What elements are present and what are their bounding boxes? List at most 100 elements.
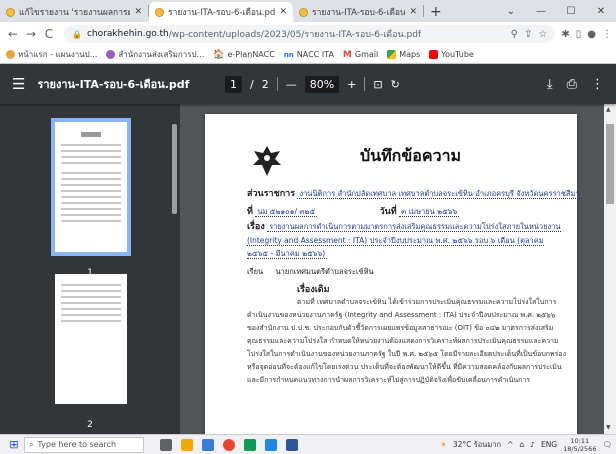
subject-row: เรื่อง รายงานผลการดำเนินการตามมาตรการส่ง… bbox=[247, 220, 567, 260]
window-controls: ⌄ — ☐ ✕ bbox=[496, 0, 616, 22]
weather-text[interactable]: 32°C ร้อนมาก bbox=[453, 439, 501, 451]
thumbnail-sidebar: 1 2 bbox=[0, 104, 180, 434]
scroll-up-icon[interactable]: ▲ bbox=[606, 106, 611, 113]
clock-time: 10:11 bbox=[570, 436, 590, 445]
network-icon[interactable]: ⌂ bbox=[519, 440, 524, 449]
page-scrollbar[interactable]: ▲ ▼ bbox=[604, 104, 616, 434]
zoom-lens-icon[interactable]: ⚲ bbox=[511, 29, 518, 40]
bookmark-label: e-PlanNACC bbox=[227, 50, 275, 59]
toolbar-divider bbox=[276, 77, 278, 91]
subject-label: เรื่อง bbox=[247, 222, 265, 232]
bookmark-item[interactable]: หน้าแรก - แผนงานป... bbox=[6, 48, 97, 61]
url-path: /wp-content/uploads/2023/05/รายงาน-ITA-ร… bbox=[168, 30, 422, 40]
bookmark-item[interactable]: YouTube bbox=[429, 50, 474, 59]
tab-label: รายงาน-ITA-รอบ-6-เดือน.pdf bbox=[168, 8, 276, 18]
close-window-button[interactable]: ✕ bbox=[586, 0, 616, 22]
more-actions-icon[interactable]: ⋮ bbox=[591, 77, 604, 92]
pdf-page: บันทึกข้อความ ส่วนราชการ งานนิติการ สำนั… bbox=[205, 114, 582, 434]
zoom-out-button[interactable]: — bbox=[286, 78, 297, 91]
back-button[interactable]: ← bbox=[4, 27, 22, 41]
maximize-button[interactable]: ☐ bbox=[556, 0, 586, 22]
lock-icon[interactable]: 🔒 bbox=[72, 30, 82, 39]
store-icon[interactable] bbox=[202, 438, 214, 451]
scrollbar-thumb[interactable] bbox=[606, 124, 614, 204]
download-icon[interactable]: ⤓ bbox=[547, 77, 553, 92]
extensions-puzzle-icon[interactable]: ✱ bbox=[561, 29, 569, 40]
agency-row: ส่วนราชการ งานนิติการ สำนักปลัดเทศบาล เท… bbox=[247, 186, 582, 200]
app-green-icon[interactable] bbox=[244, 438, 256, 451]
forward-button[interactable]: → bbox=[22, 27, 40, 41]
bookmark-item[interactable]: Maps bbox=[387, 50, 420, 59]
language-indicator[interactable]: ENG bbox=[541, 440, 557, 449]
thumbnail-number: 2 bbox=[87, 420, 93, 430]
zoom-in-button[interactable]: + bbox=[347, 78, 356, 91]
file-explorer-icon[interactable] bbox=[181, 438, 193, 451]
pdf-toolbar: ☰ รายงาน-ITA-รอบ-6-เดือน.pdf 1 / 2 — 80%… bbox=[0, 64, 616, 104]
bookmark-item[interactable]: สำนักงานส่งเสริมการป... bbox=[106, 48, 204, 61]
chrome-icon[interactable] bbox=[223, 438, 235, 451]
subject-value: รายงานผลการดำเนินการตามมาตรการส่งเสริมคุ… bbox=[247, 222, 561, 259]
fit-page-icon[interactable]: ⊡ bbox=[373, 78, 382, 91]
new-tab-button[interactable]: + bbox=[424, 2, 448, 22]
bookmark-label: Gmail bbox=[354, 50, 379, 59]
reference-value: นม ๕๒๑๐๑/ ๓๒๕ bbox=[255, 207, 318, 217]
site-favicon-icon bbox=[6, 7, 15, 17]
close-tab-icon[interactable]: ✕ bbox=[130, 7, 142, 17]
search-placeholder: Type here to search bbox=[37, 440, 117, 449]
bookmark-item[interactable]: nn NACC ITA bbox=[284, 50, 334, 59]
volume-icon[interactable]: ♪ bbox=[530, 440, 535, 449]
home-icon: 🏠 bbox=[213, 49, 225, 60]
hamburger-menu-icon[interactable]: ☰ bbox=[12, 75, 25, 93]
reload-button[interactable]: C bbox=[40, 27, 58, 41]
search-icon: ⌕ bbox=[29, 439, 34, 449]
close-tab-icon[interactable]: ✕ bbox=[405, 7, 417, 17]
close-tab-icon[interactable]: ✕ bbox=[275, 7, 287, 17]
browser-menu-icon[interactable]: ⋮ bbox=[602, 29, 612, 40]
browser-tab-pdf-active[interactable]: รายงาน-ITA-รอบ-6-เดือน.pdf ✕ bbox=[149, 2, 293, 22]
scroll-down-icon[interactable]: ▼ bbox=[606, 424, 611, 431]
page-number-input[interactable]: 1 bbox=[225, 75, 242, 93]
task-view-icon[interactable] bbox=[160, 438, 172, 451]
date-label: วันที่ bbox=[379, 207, 397, 217]
browser-tab-pdf[interactable]: รายงาน-ITA-รอบ-6-เดือน.pdf ✕ bbox=[293, 2, 423, 22]
pdf-title: รายงาน-ITA-รอบ-6-เดือน.pdf bbox=[37, 78, 190, 91]
tab-search-icon[interactable]: ⌄ bbox=[496, 0, 526, 22]
bookmark-star-icon[interactable]: ☆ bbox=[538, 29, 547, 40]
zoom-level-input[interactable]: 80% bbox=[304, 75, 340, 93]
bookmark-item[interactable]: 🏠 e-PlanNACC bbox=[213, 50, 275, 60]
app-blue-icon[interactable] bbox=[265, 438, 277, 451]
print-icon[interactable]: ⎙ bbox=[567, 77, 577, 92]
maps-icon bbox=[387, 50, 397, 59]
body-paragraph: ตามที่ เทศบาลตำบลจระเข้หิน ได้เข้าร่วมกา… bbox=[247, 298, 567, 384]
weather-icon: ☀ bbox=[440, 440, 447, 449]
profile-avatar-icon[interactable]: ● bbox=[587, 29, 596, 40]
taskbar-search[interactable]: ⌕ Type here to search bbox=[24, 436, 144, 453]
pdf-viewer: 1 2 บันทึกข้อความ ส่วนราชการ งานนิติการ … bbox=[0, 104, 616, 434]
bookmark-favicon-icon bbox=[106, 50, 116, 59]
clock[interactable]: 10:11 18/5/2566 bbox=[563, 437, 596, 453]
notifications-icon[interactable]: 🗨 bbox=[602, 440, 612, 449]
side-panel-icon[interactable]: ▯ bbox=[576, 29, 582, 40]
url-host: chorakhehin.go.th bbox=[86, 29, 169, 39]
garuda-emblem-icon bbox=[253, 146, 281, 176]
start-windows-icon[interactable]: ⊞ bbox=[4, 438, 24, 451]
rotate-icon[interactable]: ↻ bbox=[391, 78, 400, 91]
memo-heading: บันทึกข้อความ bbox=[360, 146, 462, 165]
share-icon[interactable]: ⇪ bbox=[524, 29, 532, 40]
tray-chevron-icon[interactable]: ^ bbox=[507, 440, 513, 449]
bookmark-label: สำนักงานส่งเสริมการป... bbox=[118, 50, 205, 59]
bookmark-label: YouTube bbox=[441, 50, 474, 59]
toolbar-divider bbox=[364, 77, 366, 91]
page-thumbnail-2[interactable] bbox=[55, 274, 127, 404]
minimize-button[interactable]: — bbox=[526, 0, 556, 22]
thumbnail-scrollbar[interactable] bbox=[172, 124, 177, 214]
agency-label: ส่วนราชการ bbox=[247, 189, 296, 199]
app-window-icon[interactable] bbox=[286, 438, 298, 451]
page-thumbnail-1[interactable] bbox=[51, 118, 131, 256]
bookmark-item[interactable]: M Gmail bbox=[343, 50, 378, 60]
browser-tab-edit-report[interactable]: แก้ไขรายงาน 'รายงานผลการดำเนินการ ✕ bbox=[0, 2, 148, 22]
address-bar[interactable]: 🔒 chorakhehin.go.th /wp-content/uploads/… bbox=[64, 25, 556, 43]
browser-toolbar: ← → C 🔒 chorakhehin.go.th /wp-content/up… bbox=[0, 22, 616, 46]
site-favicon-icon bbox=[299, 7, 308, 17]
page-total: 2 bbox=[261, 77, 269, 91]
